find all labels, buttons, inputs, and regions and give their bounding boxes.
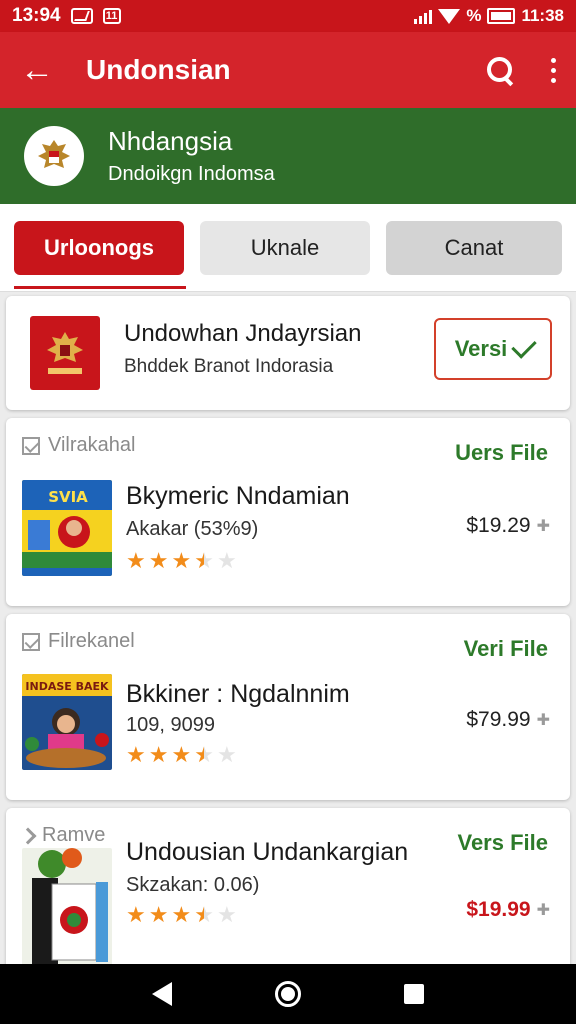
list-item[interactable]: Filrekanel Veri File INDASE BAEK Bkkiner… (6, 614, 570, 800)
nav-back-icon[interactable] (151, 982, 172, 1006)
nav-home-icon[interactable] (274, 981, 301, 1007)
tab-urloonogs[interactable]: Urloonogs (14, 220, 184, 275)
status-time-left: 13:94 (12, 5, 61, 26)
app-bar: ← Undonsian (0, 32, 576, 108)
add-icon[interactable]: ✚ (537, 900, 550, 920)
add-icon[interactable]: ✚ (537, 710, 550, 730)
star-icon: ★ (148, 548, 169, 573)
item-subtitle: Skzakan: 0.06) (126, 874, 260, 896)
app-title: Undonsian (86, 54, 231, 85)
price-value: $19.29 (466, 514, 531, 537)
star-icon: ★ (194, 742, 214, 767)
category-row: Vilrakahal (22, 434, 135, 457)
thumbnail-caption: INDASE BAEK (25, 680, 109, 693)
item-subtitle: Akakar (53%9) (126, 518, 259, 540)
checkbox-icon[interactable] (22, 632, 40, 651)
checkbox-icon[interactable] (22, 436, 40, 455)
status-time-right: 11:38 (521, 6, 564, 25)
list-item[interactable]: Ramve Vers File Undousian Undankargian S… (6, 808, 570, 978)
star-icon: ★ (126, 742, 146, 767)
tab-canat[interactable]: Canat (386, 220, 562, 275)
verify-button[interactable]: Versi (434, 318, 552, 380)
star-icon: ★ (171, 548, 192, 573)
star-icon: ★ (216, 548, 237, 573)
featured-title: Undowhan Jndayrsian (124, 320, 362, 347)
mail-icon (70, 8, 93, 24)
featured-card[interactable]: Undowhan Jndayrsian Bhddek Branot Indora… (6, 296, 570, 410)
battery-icon (487, 8, 516, 24)
category-label: Ramve (42, 824, 106, 846)
add-icon[interactable]: ✚ (537, 516, 550, 536)
item-thumbnail: INDASE BAEK (22, 674, 112, 770)
rating-stars: ★ ★ ★ ★ ★ (126, 904, 237, 926)
app-logo-icon (30, 316, 100, 390)
item-price: $19.29 ✚ (466, 514, 550, 538)
garuda-emblem-icon (24, 126, 84, 186)
featured-subtitle: Bhddek Branot Indorasia (124, 356, 334, 377)
more-vert-icon[interactable] (551, 57, 556, 83)
star-icon: ★ (194, 902, 214, 927)
item-title: Undousian Undankargian (126, 838, 409, 866)
file-link[interactable]: Uers File (455, 440, 548, 466)
rating-stars: ★ ★ ★ ★ ★ (126, 550, 237, 572)
notification-icon: 11 (102, 8, 121, 24)
item-thumbnail (22, 848, 112, 974)
item-subtitle: 109, 9099 (126, 714, 215, 736)
percent-icon: % (466, 6, 482, 25)
verify-button-label: Versi (454, 336, 508, 361)
category-row: Ramve (19, 824, 106, 847)
active-tab-indicator (14, 286, 186, 289)
item-title: Bkkiner : Ngdalnnim (126, 680, 350, 708)
star-icon: ★ (216, 902, 237, 927)
star-icon: ★ (216, 742, 237, 767)
item-price: $19.99 ✚ (466, 898, 550, 922)
banner-title: Nhdangsia (108, 126, 233, 156)
tab-uknale[interactable]: Uknale (200, 220, 370, 275)
item-price: $79.99 ✚ (466, 708, 550, 732)
arrow-left-icon[interactable]: ← (20, 53, 60, 87)
star-icon: ★ (194, 548, 214, 573)
nav-recents-icon[interactable] (404, 984, 425, 1004)
chevron-right-icon (19, 827, 37, 844)
banner-subtitle: Dndoikgn Indomsa (108, 163, 275, 185)
category-label: Vilrakahal (48, 434, 136, 456)
star-icon: ★ (126, 902, 146, 927)
star-icon: ★ (171, 902, 192, 927)
category-label: Filrekanel (48, 630, 135, 652)
star-icon: ★ (126, 548, 146, 573)
list-item[interactable]: Vilrakahal Uers File SVIA Bkymeric Nndam… (6, 418, 570, 606)
star-icon: ★ (171, 742, 192, 767)
signal-icon (414, 8, 433, 24)
thumbnail-caption: SVIA (48, 488, 88, 506)
rating-stars: ★ ★ ★ ★ ★ (126, 744, 237, 766)
item-title: Bkymeric Nndamian (126, 482, 350, 510)
file-link[interactable]: Vers File (457, 830, 548, 856)
search-icon[interactable] (487, 57, 513, 83)
category-row: Filrekanel (22, 630, 135, 653)
system-nav-bar (0, 964, 576, 1024)
file-link[interactable]: Veri File (464, 636, 548, 662)
price-value: $79.99 (466, 708, 531, 731)
tab-bar: Urloonogs Uknale Canat (0, 204, 576, 292)
status-bar: 13:94 11 % 11:38 (0, 0, 576, 32)
header-banner: Nhdangsia Dndoikgn Indomsa (0, 108, 576, 204)
star-icon: ★ (148, 902, 169, 927)
wifi-icon (438, 8, 461, 24)
star-icon: ★ (148, 742, 169, 767)
item-thumbnail: SVIA (22, 480, 112, 576)
price-value: $19.99 (466, 898, 531, 921)
check-icon (511, 333, 538, 359)
